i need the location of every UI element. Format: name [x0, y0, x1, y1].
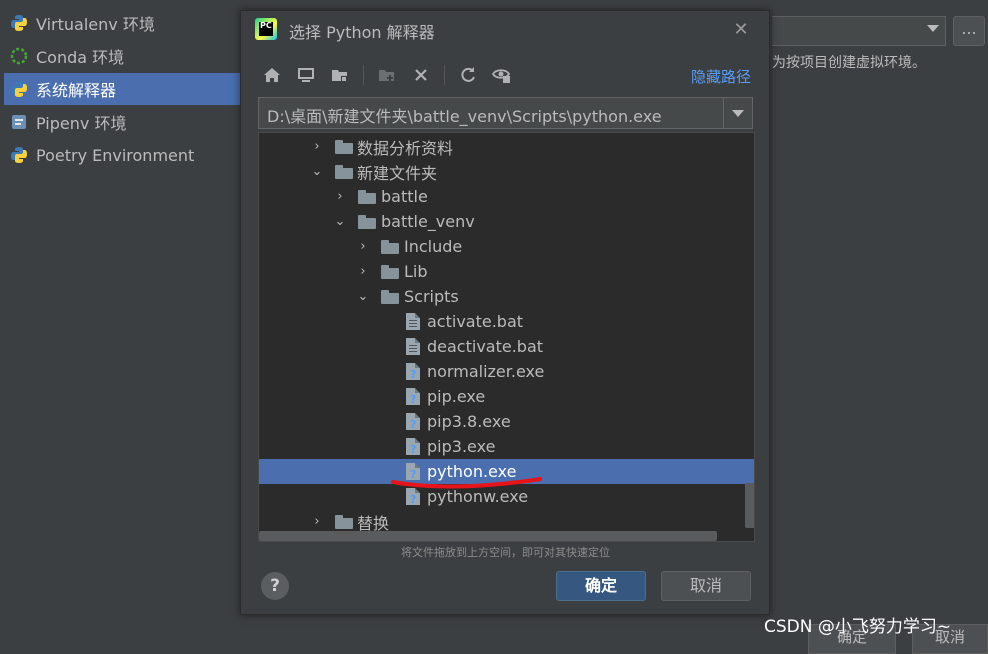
- text-file-icon: [406, 338, 420, 355]
- tree-row[interactable]: ⌄ Scripts: [259, 284, 754, 309]
- sidebar-item-label: 系统解释器: [36, 81, 117, 100]
- tree-row[interactable]: › Include: [259, 234, 754, 259]
- project-folder-icon[interactable]: [329, 64, 351, 86]
- sidebar-item-label: Pipenv 环境: [36, 114, 127, 133]
- sidebar-item-label: Conda 环境: [36, 48, 125, 67]
- chevron-down-icon[interactable]: ⌄: [311, 165, 323, 178]
- ok-button[interactable]: 确定: [556, 571, 646, 601]
- logo-text: PC: [260, 21, 272, 30]
- home-icon[interactable]: [261, 64, 283, 86]
- tree-row[interactable]: ⌄ 新建文件夹: [259, 159, 754, 184]
- sidebar-item-poetry[interactable]: Poetry Environment: [4, 139, 240, 171]
- delete-icon[interactable]: [410, 64, 432, 86]
- tree-row-label: 数据分析资料: [357, 138, 454, 158]
- file-chooser-toolbar: [261, 63, 525, 87]
- tree-row[interactable]: ? pip3.8.exe: [259, 409, 754, 434]
- sidebar-item-pipenv[interactable]: Pipenv 环境: [4, 106, 240, 138]
- csdn-watermark: CSDN @小飞努力学习~: [764, 617, 952, 637]
- toolbar-separator: [363, 65, 364, 85]
- tree-row-label: normalizer.exe: [427, 362, 545, 381]
- chevron-right-icon[interactable]: ›: [357, 265, 369, 278]
- folder-icon: [381, 289, 399, 304]
- drag-drop-hint: 将文件拖放到上方空间，即可对其快速定位: [401, 546, 610, 559]
- sidebar-item-virtualenv[interactable]: Virtualenv 环境: [4, 7, 240, 39]
- python-icon: [11, 81, 27, 97]
- pipenv-icon: [12, 115, 26, 129]
- chevron-down-icon[interactable]: ⌄: [334, 215, 346, 228]
- folder-icon: [335, 514, 353, 529]
- conda-icon: [10, 47, 28, 65]
- exe-file-icon: ?: [406, 438, 420, 456]
- interpreter-combo[interactable]: [772, 16, 946, 46]
- vertical-scrollbar[interactable]: [745, 483, 754, 528]
- show-hidden-icon[interactable]: [491, 64, 513, 86]
- refresh-icon[interactable]: [457, 64, 479, 86]
- chevron-right-icon[interactable]: ›: [311, 515, 323, 528]
- chevron-right-icon[interactable]: ›: [334, 190, 346, 203]
- chevron-right-icon[interactable]: ›: [357, 240, 369, 253]
- sidebar-item-label: Virtualenv 环境: [36, 15, 155, 34]
- tree-row[interactable]: ⌄ battle_venv: [259, 209, 754, 234]
- tree-row[interactable]: ? pip3.exe: [259, 434, 754, 459]
- tree-row[interactable]: ? pip.exe: [259, 384, 754, 409]
- chevron-down-icon: [927, 25, 939, 32]
- select-interpreter-dialog: PC 选择 Python 解释器 ✕ 隐藏路径 D:\桌面\新建文件夹\batt…: [240, 10, 770, 615]
- python-icon: [11, 15, 27, 31]
- exe-file-icon: ?: [406, 388, 420, 406]
- tree-row-label: pip.exe: [427, 387, 486, 406]
- desktop-icon[interactable]: [295, 64, 317, 86]
- tree-row[interactable]: deactivate.bat: [259, 334, 754, 359]
- tree-row-label: deactivate.bat: [427, 337, 544, 356]
- chevron-right-icon[interactable]: ›: [311, 140, 323, 153]
- dialog-title: 选择 Python 解释器: [289, 23, 435, 42]
- tree-row-label: Lib: [404, 262, 428, 281]
- python-icon: [11, 147, 27, 163]
- horizontal-scrollbar[interactable]: [259, 531, 717, 541]
- tree-row-label: pip3.exe: [427, 437, 496, 456]
- tree-row-label: battle: [381, 187, 428, 206]
- venv-hint-text: 为按项目创建虚拟环境。: [772, 55, 926, 71]
- folder-icon: [381, 264, 399, 279]
- pycharm-logo-icon: PC: [255, 18, 277, 40]
- sidebar-item-label: Poetry Environment: [36, 145, 195, 165]
- tree-row-label: 新建文件夹: [357, 163, 438, 183]
- cancel-button[interactable]: 取消: [661, 571, 751, 601]
- folder-icon: [381, 239, 399, 254]
- tree-row[interactable]: ? normalizer.exe: [259, 359, 754, 384]
- folder-icon: [358, 214, 376, 229]
- hide-path-link[interactable]: 隐藏路径: [691, 66, 751, 87]
- folder-icon: [358, 189, 376, 204]
- tree-row-label: Scripts: [404, 287, 459, 306]
- exe-file-icon: ?: [406, 363, 420, 381]
- tree-row[interactable]: › Lib: [259, 259, 754, 284]
- tree-row-label: battle_venv: [381, 212, 475, 231]
- exe-file-icon: ?: [406, 488, 420, 506]
- tree-row-label: 替换: [357, 513, 390, 533]
- sidebar-item-conda[interactable]: Conda 环境: [4, 40, 240, 72]
- chevron-down-icon[interactable]: ⌄: [357, 290, 369, 303]
- text-file-icon: [406, 313, 420, 330]
- tree-row[interactable]: › battle: [259, 184, 754, 209]
- help-button[interactable]: ?: [261, 572, 289, 600]
- path-input-value: D:\桌面\新建文件夹\battle_venv\Scripts\python.e…: [267, 107, 662, 126]
- new-folder-icon[interactable]: [376, 64, 398, 86]
- sidebar-item-system-interpreter[interactable]: 系统解释器: [4, 73, 240, 105]
- exe-file-icon: ?: [406, 413, 420, 431]
- tree-row-label: activate.bat: [427, 312, 524, 331]
- folder-icon: [335, 164, 353, 179]
- browse-button[interactable]: ...: [953, 16, 985, 46]
- toolbar-separator: [444, 65, 445, 85]
- path-input[interactable]: D:\桌面\新建文件夹\battle_venv\Scripts\python.e…: [258, 97, 753, 129]
- tree-row[interactable]: activate.bat: [259, 309, 754, 334]
- folder-icon: [335, 139, 353, 154]
- tree-row-label: Include: [404, 237, 463, 256]
- interpreter-type-sidebar: Virtualenv 环境 Conda 环境 系统解释器 Pipenv 环境 P…: [0, 0, 240, 643]
- tree-row-label: pip3.8.exe: [427, 412, 511, 431]
- close-icon[interactable]: ✕: [731, 19, 751, 40]
- path-dropdown-button[interactable]: [723, 98, 752, 128]
- red-underline-annotation: [391, 477, 542, 489]
- tree-row[interactable]: › 数据分析资料: [259, 134, 754, 159]
